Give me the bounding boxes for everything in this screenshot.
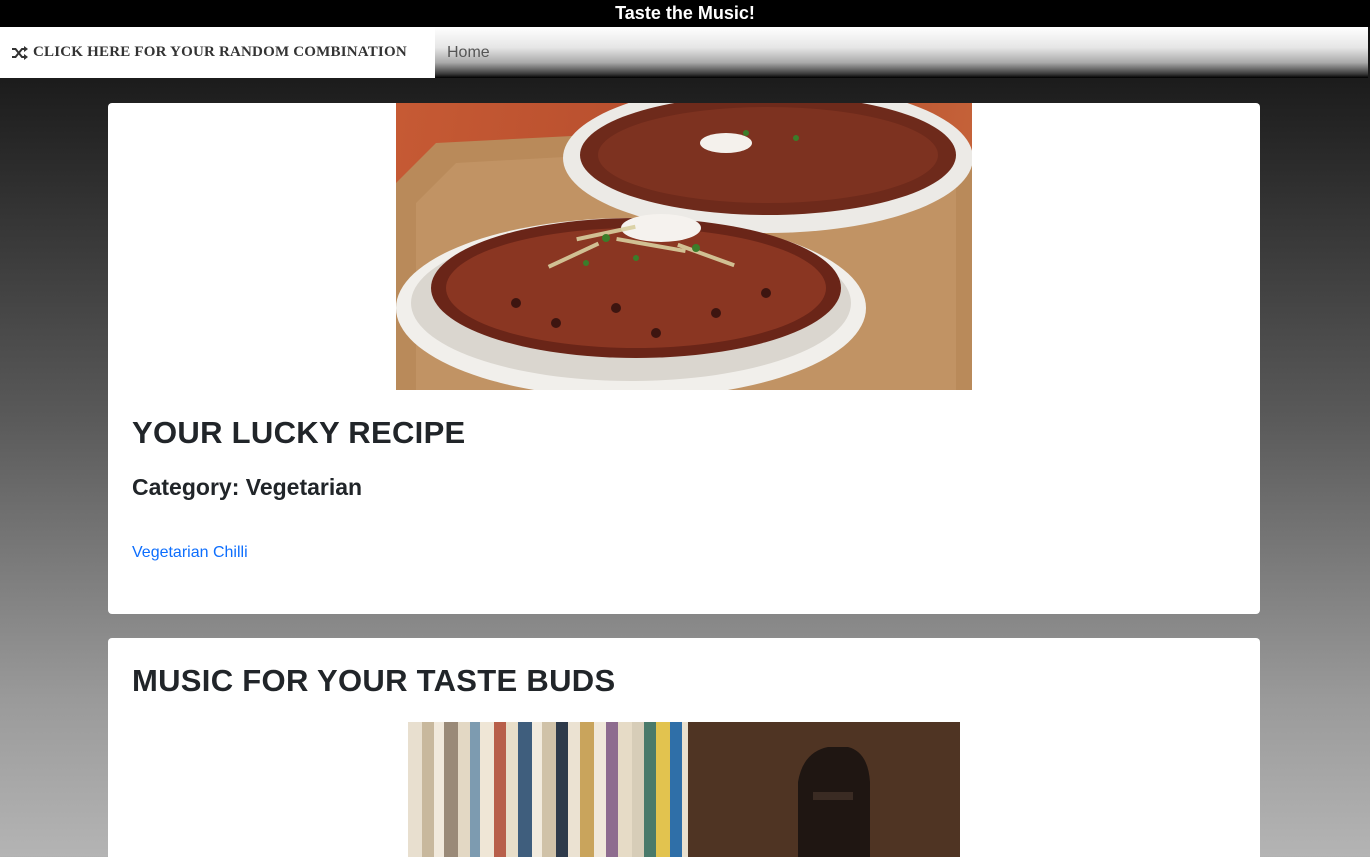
random-combination-button[interactable]: CLICK HERE FOR YOUR RANDOM COMBINATION	[0, 27, 435, 78]
recipe-card: YOUR LUCKY RECIPE Category: Vegetarian V…	[108, 103, 1260, 614]
chili-bowls-illustration	[396, 103, 972, 390]
random-combination-label: CLICK HERE FOR YOUR RANDOM COMBINATION	[33, 44, 407, 60]
site-title: Taste the Music!	[615, 3, 755, 23]
recipe-image	[396, 103, 972, 390]
music-heading: MUSIC FOR YOUR TASTE BUDS	[132, 663, 616, 698]
recipe-link[interactable]: Vegetarian Chilli	[132, 544, 248, 562]
recipe-category: Category: Vegetarian	[132, 474, 363, 500]
vinyl-records-illustration	[408, 722, 960, 857]
shuffle-icon	[12, 45, 28, 60]
recipe-heading: YOUR LUCKY RECIPE	[132, 415, 466, 450]
nav-home-link[interactable]: Home	[435, 27, 502, 78]
music-image	[408, 722, 960, 857]
music-card: MUSIC FOR YOUR TASTE BUDS	[108, 638, 1260, 857]
navbar: CLICK HERE FOR YOUR RANDOM COMBINATION H…	[0, 27, 1368, 78]
site-title-bar: Taste the Music!	[0, 0, 1370, 27]
